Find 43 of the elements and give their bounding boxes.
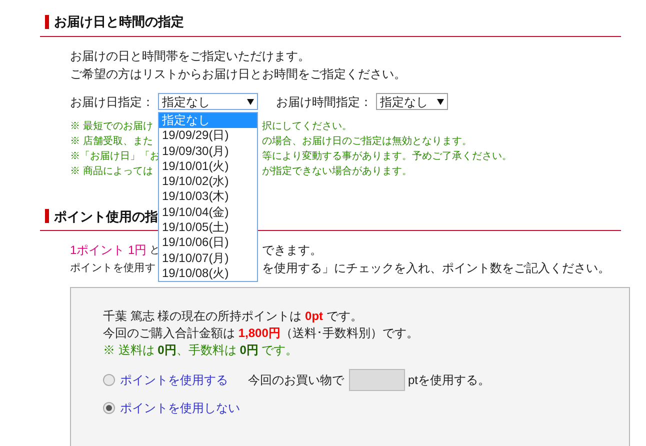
note-text: 択にしてください。 bbox=[262, 120, 352, 134]
dropdown-option[interactable]: 19/10/08(火) bbox=[159, 266, 257, 282]
intro-text: ポイントを使用す bbox=[70, 261, 156, 276]
dropdown-option[interactable]: 19/10/01(火) bbox=[159, 158, 257, 174]
radio-label[interactable]: ポイントを使用しない bbox=[120, 399, 240, 417]
section-marker bbox=[45, 209, 49, 224]
intro-text: お届けの日と時間帯をご指定いただけます。 bbox=[70, 48, 311, 64]
field-label: お届け時間指定： bbox=[276, 94, 372, 110]
note-text: 等により変動する事があります。予めご了承ください。 bbox=[262, 150, 512, 164]
dropdown-option[interactable]: 19/09/29(日) bbox=[159, 128, 257, 144]
section-marker bbox=[45, 14, 49, 29]
note-text: の場合、お届け日のご指定は無効となります。 bbox=[262, 134, 472, 148]
intro-text: できます。 bbox=[262, 242, 322, 259]
intro-text: と bbox=[148, 243, 160, 258]
section-heading: お届け日と時間の指定 bbox=[54, 13, 184, 31]
dropdown-select[interactable]: 指定なし bbox=[158, 93, 258, 110]
intro-text: ご希望の方はリストからお届け日とお時間をご指定ください。 bbox=[70, 66, 407, 82]
note-text: ※ 最短でのお届け bbox=[70, 120, 154, 134]
summary-text: 今回のご購入合計金額は 1,800円（送料･手数料別）です。 bbox=[103, 325, 420, 342]
amount-suffix: ptを使用する。 bbox=[408, 372, 490, 389]
dropdown-option[interactable]: 19/10/03(木) bbox=[159, 189, 257, 205]
fee-note: ※ 送料は 0円、手数料は 0円 です。 bbox=[103, 342, 299, 359]
note-text: が指定できない場合があります。 bbox=[262, 164, 412, 178]
radio-button[interactable] bbox=[103, 374, 115, 386]
caret-icon bbox=[247, 98, 254, 104]
amount-prefix: 今回のお買い物で bbox=[248, 372, 344, 389]
summary-text: 千葉 篤志 様の現在の所持ポイントは 0pt です。 bbox=[103, 308, 364, 325]
dropdown-option[interactable]: 19/10/02(水) bbox=[159, 174, 257, 190]
note-text: ※ 店舗受取、また bbox=[70, 134, 154, 148]
radio-button[interactable] bbox=[103, 402, 115, 414]
section-heading: ポイント使用の指 bbox=[54, 208, 158, 226]
dropdown-option[interactable]: 19/10/04(金) bbox=[159, 204, 257, 220]
radio-label[interactable]: ポイントを使用する bbox=[120, 371, 228, 389]
dropdown-option[interactable]: 19/09/30(月) bbox=[159, 144, 257, 159]
caret-icon bbox=[437, 98, 444, 104]
intro-text: を使用する」にチェックを入れ、ポイント数をご記入ください。 bbox=[262, 260, 610, 277]
dropdown-option[interactable]: 19/10/05(土) bbox=[159, 220, 257, 236]
highlight-text: 1ポイント 1円 bbox=[70, 242, 147, 259]
dropdown-select[interactable]: 指定なし bbox=[376, 93, 448, 110]
dropdown-option[interactable]: 19/10/06(日) bbox=[159, 235, 257, 251]
field-label: お届け日指定： bbox=[70, 94, 154, 110]
note-text: ※ 商品によっては bbox=[70, 164, 154, 178]
dropdown-option[interactable]: 19/10/07(月) bbox=[159, 250, 257, 266]
